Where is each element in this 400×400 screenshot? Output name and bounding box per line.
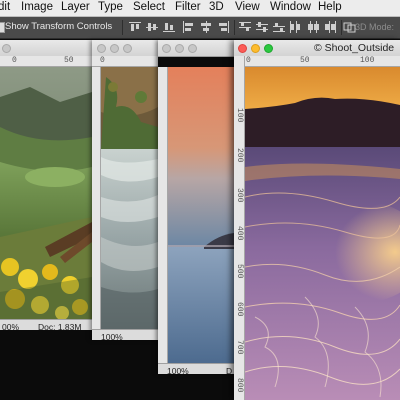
ruler-label: 300 — [235, 188, 244, 203]
menu-view[interactable]: View — [235, 1, 260, 13]
document-window-2[interactable]: 0 100% — [92, 40, 158, 340]
window-title-bar[interactable] — [92, 40, 158, 57]
close-button-inactive[interactable] — [162, 44, 171, 53]
ruler-label: 700 — [235, 340, 244, 355]
distribute-left-icon[interactable] — [289, 21, 303, 33]
distribute-hcenter-icon[interactable] — [306, 21, 320, 33]
ruler-label: 100 — [235, 108, 244, 123]
ruler-label: 400 — [235, 226, 244, 241]
document-window-3[interactable]: 100% D — [158, 40, 234, 374]
ruler-label: 0 — [12, 56, 17, 65]
document-size: Doc: 1.83M — [38, 322, 82, 330]
window-title-bar[interactable] — [0, 40, 92, 57]
horizontal-ruler: 0 50 100 — [244, 56, 400, 67]
sunset-strip-photo — [168, 67, 234, 363]
window-title-bar[interactable] — [158, 40, 234, 57]
ruler-label: 0 — [246, 56, 251, 65]
document-info: D — [226, 366, 233, 374]
zoom-button-inactive[interactable] — [123, 44, 132, 53]
menu-filter[interactable]: Filter — [175, 1, 201, 13]
align-top-edges-icon[interactable] — [128, 21, 142, 33]
menu-layer[interactable]: Layer — [61, 1, 90, 13]
window-title-bar[interactable]: © Shoot_Outside — [234, 40, 400, 57]
menu-help[interactable]: Help — [318, 1, 342, 13]
zoom-button-inactive[interactable] — [188, 44, 197, 53]
3d-mode-label: 3D Mode: — [355, 22, 395, 32]
minimize-button-inactive[interactable] — [175, 44, 184, 53]
horizontal-ruler: 0 50 — [0, 56, 92, 67]
close-button-inactive[interactable] — [97, 44, 106, 53]
status-bar: 100% — [92, 329, 158, 340]
document-title: © Shoot_Outside — [314, 42, 395, 54]
status-bar: 00% Doc: 1.83M — [0, 319, 92, 330]
vertical-ruler — [92, 67, 101, 329]
show-transform-label: Show Transform Controls — [5, 21, 113, 32]
image-canvas-sunset-strip — [168, 67, 234, 363]
zoom-level[interactable]: 00% — [2, 322, 19, 330]
vertical-ruler: 100 200 300 400 500 600 700 800 — [234, 56, 245, 400]
zoom-level[interactable]: 100% — [101, 332, 123, 340]
document-window-1[interactable]: 0 50 00% Doc: 1.83M — [0, 40, 92, 330]
menu-edit[interactable]: dit — [0, 1, 10, 13]
close-button[interactable] — [238, 44, 247, 53]
distribute-vcenter-icon[interactable] — [255, 21, 269, 33]
options-bar: Show Transform Controls 3D Mode: — [0, 17, 400, 39]
align-left-edges-icon[interactable] — [182, 21, 196, 33]
menu-window[interactable]: Window — [270, 1, 311, 13]
waterfall-photo — [101, 67, 158, 329]
ruler-label: 600 — [235, 302, 244, 317]
vertical-ruler — [158, 67, 168, 363]
menu-type[interactable]: Type — [98, 1, 123, 13]
ruler-label: 0 — [100, 56, 105, 65]
valley-photo — [0, 67, 92, 319]
minimize-button-inactive[interactable] — [110, 44, 119, 53]
align-right-edges-icon[interactable] — [216, 21, 230, 33]
menu-image[interactable]: Image — [21, 1, 53, 13]
ruler-label: 50 — [64, 56, 74, 65]
separator — [122, 20, 123, 35]
distribute-right-icon[interactable] — [323, 21, 337, 33]
distribute-top-icon[interactable] — [238, 21, 252, 33]
separator — [234, 20, 235, 35]
ruler-label: 200 — [235, 148, 244, 163]
image-canvas-shoot-outside — [245, 67, 400, 400]
menu-select[interactable]: Select — [133, 1, 165, 13]
minimize-button[interactable] — [251, 44, 260, 53]
separator — [341, 20, 342, 35]
align-bottom-edges-icon[interactable] — [162, 21, 176, 33]
image-canvas-valley — [0, 67, 92, 319]
menu-3d[interactable]: 3D — [209, 1, 224, 13]
ruler-label: 50 — [300, 56, 310, 65]
close-button-inactive[interactable] — [2, 44, 11, 53]
status-bar: 100% D — [158, 363, 234, 374]
menu-bar: dit Image Layer Type Select Filter 3D Vi… — [0, 0, 400, 17]
ruler-label: 500 — [235, 264, 244, 279]
image-canvas-waterfall — [101, 67, 158, 329]
zoom-level[interactable]: 100% — [167, 366, 189, 374]
horizontal-ruler: 0 — [92, 56, 158, 67]
distribute-bottom-icon[interactable] — [272, 21, 286, 33]
zoom-button[interactable] — [264, 44, 273, 53]
align-vertical-centers-icon[interactable] — [145, 21, 159, 33]
ruler-label: 100 — [360, 56, 375, 65]
ruler-label: 800 — [235, 378, 244, 393]
sunset-shore-photo — [245, 67, 400, 400]
align-horizontal-centers-icon[interactable] — [199, 21, 213, 33]
document-window-4-active[interactable]: © Shoot_Outside 0 50 100 100 200 300 400… — [234, 40, 400, 400]
